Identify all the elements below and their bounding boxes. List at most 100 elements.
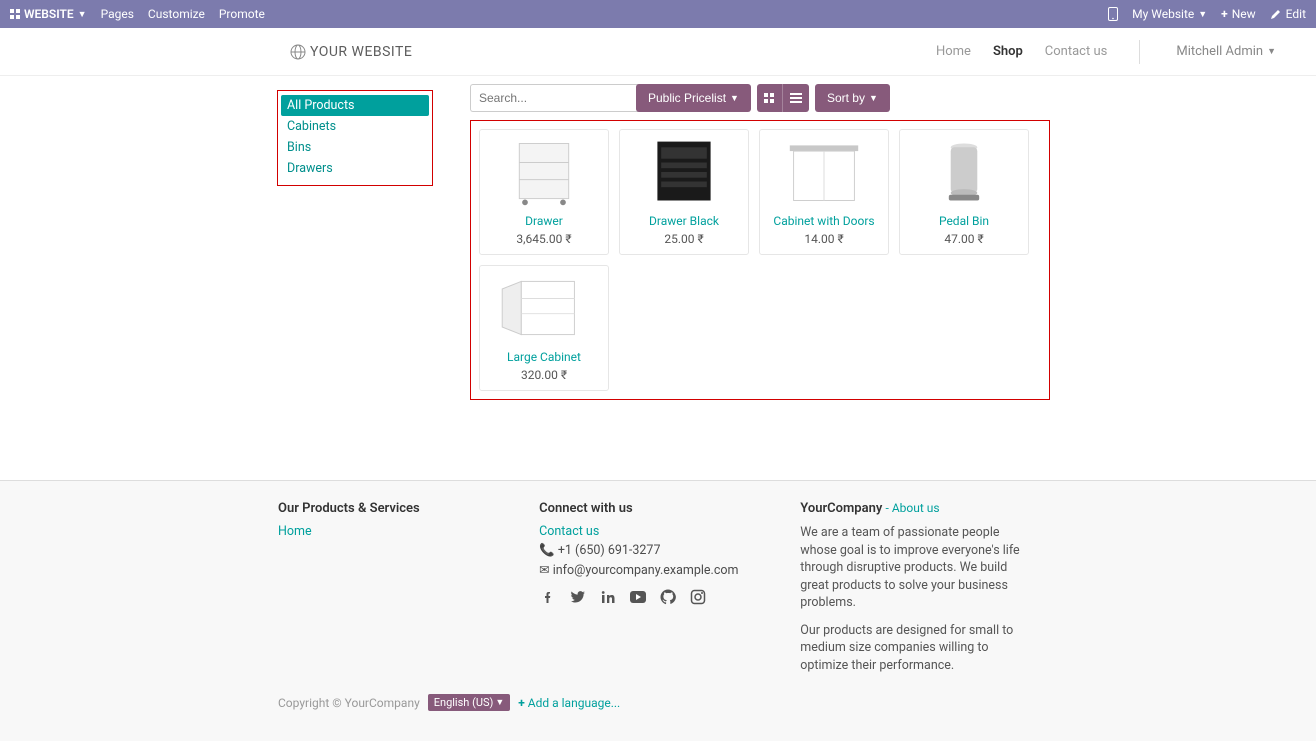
copyright-text: Copyright © YourCompany [278,696,420,710]
search-input[interactable] [470,84,642,112]
mail-icon: ✉ [539,563,549,578]
footer-link-home[interactable]: Home [278,524,312,539]
footer-heading: Connect with us [539,501,740,516]
youtube-icon[interactable] [629,588,647,606]
grid-icon [10,9,20,19]
list-view-button[interactable] [783,84,809,112]
new-button[interactable]: + New [1221,7,1256,21]
nav-user[interactable]: Mitchell Admin ▼ [1176,44,1276,59]
site-logo[interactable]: YOUR WEBSITE [290,44,412,60]
product-card[interactable]: Drawer Black 25.00 ₹ [619,129,749,255]
footer-col-about: YourCompany - About us We are a team of … [800,501,1038,674]
footer-phone: 📞 +1 (650) 691-3277 [539,543,740,558]
nav-shop[interactable]: Shop [993,44,1023,59]
about-desc-1: We are a team of passionate people whose… [800,524,1038,612]
language-selector[interactable]: English (US) ▼ [428,694,511,711]
product-grid: Drawer 3,645.00 ₹ Drawer Black 25.00 ₹ C… [470,120,1050,400]
website-menu[interactable]: WEBSITE ▼ [10,7,87,21]
chevron-down-icon: ▼ [730,93,739,103]
add-language-button[interactable]: + Add a language... [518,696,620,710]
product-image [764,134,884,210]
footer-link-contact[interactable]: Contact us [539,524,599,539]
product-price: 3,645.00 ₹ [484,232,604,246]
menu-customize[interactable]: Customize [148,7,205,21]
product-name: Cabinet with Doors [764,214,884,228]
product-image [624,134,744,210]
phone-icon: 📞 [539,543,555,558]
phone-value: +1 (650) 691-3277 [558,543,661,558]
chevron-down-icon: ▼ [1267,46,1276,57]
product-price: 14.00 ₹ [764,232,884,246]
admin-bar: WEBSITE ▼ Pages Customize Promote My Web… [0,0,1316,28]
product-price: 25.00 ₹ [624,232,744,246]
nav-home[interactable]: Home [936,44,971,59]
chevron-down-icon: ▼ [869,93,878,103]
grid-view-button[interactable] [757,84,783,112]
footer-col-products: Our Products & Services Home [278,501,479,674]
nav-separator [1139,40,1140,64]
footer-heading: YourCompany - About us [800,501,1038,516]
github-icon[interactable] [659,588,677,606]
plus-icon: + [518,696,525,710]
product-card[interactable]: Pedal Bin 47.00 ₹ [899,129,1029,255]
social-row [539,588,740,606]
chevron-down-icon: ▼ [495,697,504,708]
sort-button[interactable]: Sort by ▼ [815,84,890,112]
pencil-icon [1270,8,1282,20]
language-label: English (US) [434,696,494,709]
mobile-preview[interactable] [1108,7,1118,21]
sort-label: Sort by [827,91,865,105]
pricelist-label: Public Pricelist [648,91,726,105]
chevron-down-icon: ▼ [1198,9,1207,20]
instagram-icon[interactable] [689,588,707,606]
product-image [484,270,604,346]
menu-pages[interactable]: Pages [101,7,134,21]
chevron-down-icon: ▼ [78,9,87,20]
about-link[interactable]: About us [892,501,940,515]
main-nav: YOUR WEBSITE Home Shop Contact us Mitche… [0,28,1316,76]
view-switcher [757,84,809,112]
website-label: WEBSITE [24,7,74,21]
facebook-icon[interactable] [539,588,557,606]
product-card[interactable]: Large Cabinet 320.00 ₹ [479,265,609,391]
product-card[interactable]: Cabinet with Doors 14.00 ₹ [759,129,889,255]
edit-label: Edit [1286,7,1306,21]
pricelist-button[interactable]: Public Pricelist ▼ [636,84,751,112]
twitter-icon[interactable] [569,588,587,606]
cat-drawers[interactable]: Drawers [281,158,429,179]
nav-contact[interactable]: Contact us [1045,44,1108,59]
product-price: 47.00 ₹ [904,232,1024,246]
list-icon [790,93,802,103]
cat-bins[interactable]: Bins [281,137,429,158]
email-value: info@yourcompany.example.com [553,563,739,578]
brand-name: YOUR WEBSITE [310,44,412,60]
product-image [904,134,1024,210]
product-card[interactable]: Drawer 3,645.00 ₹ [479,129,609,255]
product-image [484,134,604,210]
company-name: YourCompany [800,501,882,516]
category-sidebar: All Products Cabinets Bins Drawers [277,90,433,186]
product-name: Drawer Black [624,214,744,228]
product-name: Drawer [484,214,604,228]
my-website-label: My Website [1132,7,1194,21]
footer-heading: Our Products & Services [278,501,479,516]
footer-col-connect: Connect with us Contact us 📞 +1 (650) 69… [539,501,740,674]
new-label: New [1232,7,1256,21]
add-language-label: Add a language... [528,696,620,710]
menu-promote[interactable]: Promote [219,7,265,21]
user-name: Mitchell Admin [1176,44,1263,59]
linkedin-icon[interactable] [599,588,617,606]
footer-email: ✉ info@yourcompany.example.com [539,562,740,578]
product-price: 320.00 ₹ [484,368,604,382]
mobile-icon [1108,7,1118,21]
search-box [470,84,630,112]
grid-icon [764,93,774,103]
globe-icon [290,44,306,60]
cat-cabinets[interactable]: Cabinets [281,116,429,137]
plus-icon: + [1221,7,1228,21]
product-name: Pedal Bin [904,214,1024,228]
cat-all-products[interactable]: All Products [281,95,429,116]
edit-button[interactable]: Edit [1270,7,1306,21]
my-website-selector[interactable]: My Website ▼ [1132,7,1207,21]
product-name: Large Cabinet [484,350,604,364]
